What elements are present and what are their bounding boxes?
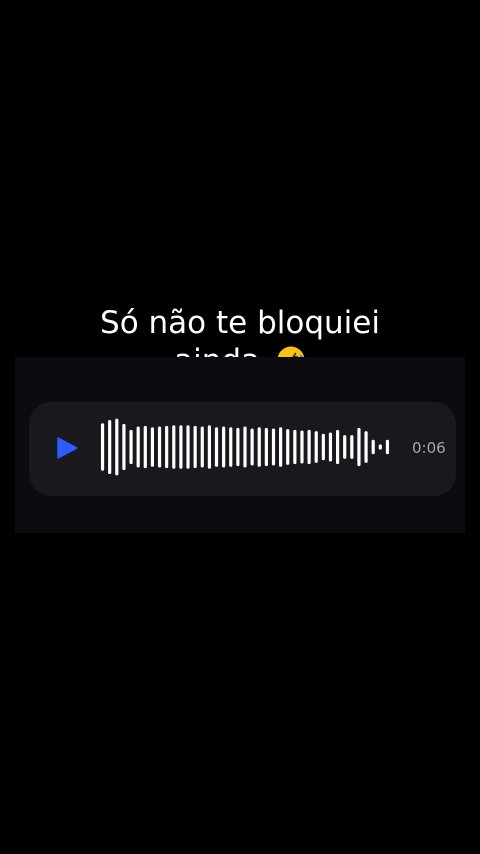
waveform-bar bbox=[378, 444, 382, 450]
waveform-bar bbox=[335, 429, 340, 465]
waveform-bar bbox=[243, 426, 247, 468]
waveform-bar bbox=[271, 428, 276, 466]
waveform-bar bbox=[165, 425, 169, 469]
waveform-bar bbox=[321, 433, 325, 461]
waveform-bar bbox=[343, 435, 347, 459]
waveform-bar bbox=[186, 425, 190, 469]
waveform-bar bbox=[136, 426, 140, 468]
waveform-bar bbox=[193, 425, 197, 469]
waveform-bar bbox=[250, 428, 254, 466]
waveform-bar bbox=[279, 427, 283, 467]
waveform-bar bbox=[236, 427, 240, 467]
waveform-bar bbox=[229, 427, 233, 467]
waveform-bar bbox=[364, 431, 368, 463]
waveform-bar bbox=[157, 426, 162, 468]
waveform-bar bbox=[214, 427, 219, 467]
waveform[interactable] bbox=[99, 414, 391, 480]
waveform-bar bbox=[328, 432, 333, 462]
waveform-bar bbox=[300, 430, 304, 464]
waveform-bar bbox=[129, 429, 133, 465]
waveform-bar bbox=[143, 425, 147, 469]
waveform-bar bbox=[350, 435, 354, 459]
waveform-bar bbox=[108, 419, 112, 475]
waveform-bar bbox=[307, 429, 311, 465]
waveform-bar bbox=[179, 425, 183, 469]
waveform-bar bbox=[115, 418, 119, 476]
voice-message-panel: 0:06 bbox=[15, 357, 465, 533]
waveform-bar bbox=[122, 423, 126, 471]
waveform-bar bbox=[257, 427, 261, 467]
voice-message-bubble[interactable]: 0:06 bbox=[29, 402, 456, 496]
waveform-bar bbox=[357, 427, 361, 467]
waveform-bar bbox=[286, 429, 290, 465]
waveform-bar bbox=[172, 425, 176, 469]
play-icon[interactable] bbox=[55, 436, 79, 460]
waveform-bar bbox=[314, 431, 318, 463]
waveform-bar bbox=[100, 423, 105, 471]
duration-label: 0:06 bbox=[412, 439, 446, 457]
waveform-bar bbox=[264, 427, 268, 467]
waveform-bar bbox=[293, 429, 297, 465]
waveform-bar bbox=[150, 427, 155, 467]
waveform-bar bbox=[222, 426, 226, 468]
waveform-bar bbox=[371, 439, 375, 455]
caption-line-1: Só não te bloquiei bbox=[100, 305, 380, 341]
waveform-bar bbox=[207, 425, 211, 469]
waveform-bar bbox=[200, 426, 204, 468]
waveform-bar bbox=[385, 439, 390, 455]
